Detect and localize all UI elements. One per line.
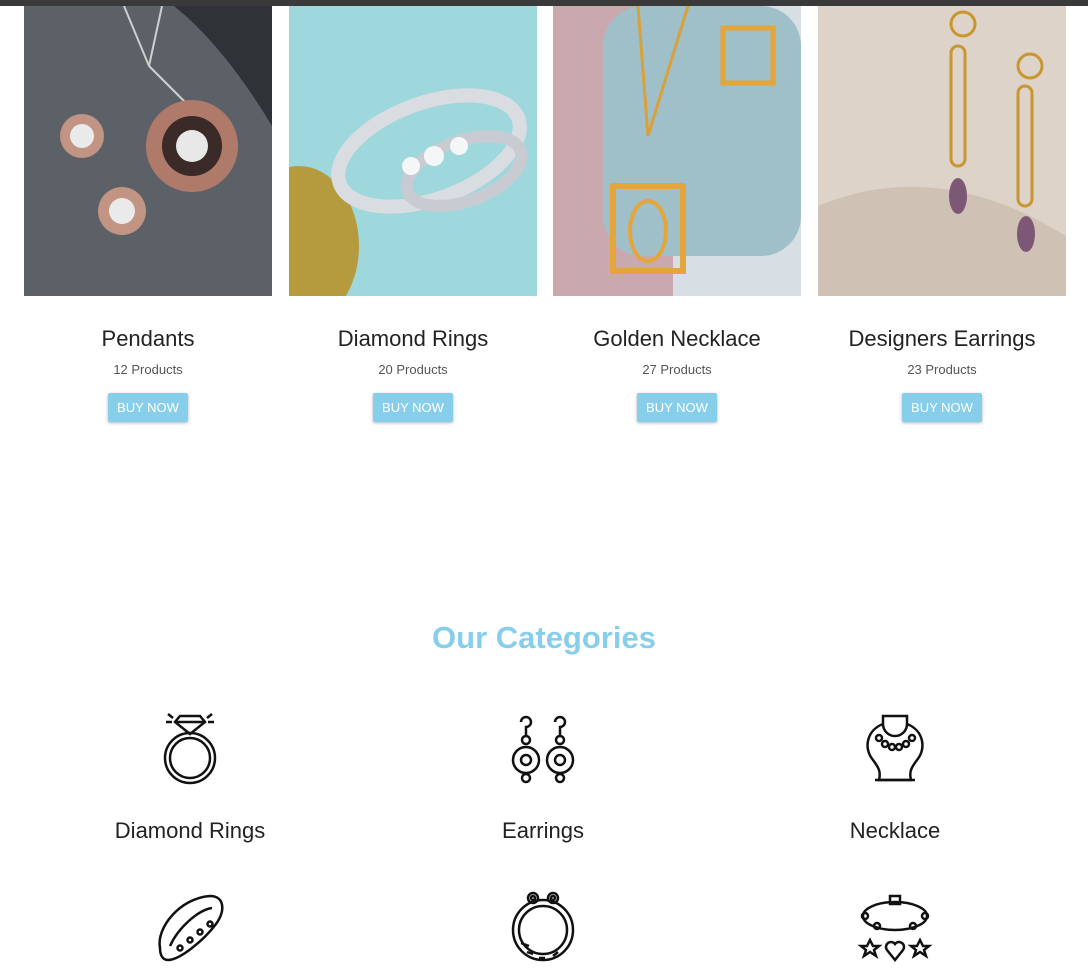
categories-title: Our Categories	[432, 620, 656, 655]
charm-bracelet-icon	[857, 894, 933, 963]
diamond-ring-icon	[163, 713, 217, 785]
category-label[interactable]: Earrings	[393, 818, 693, 844]
buy-now-button[interactable]: BUY NOW	[902, 393, 982, 422]
category-label[interactable]: Necklace	[745, 818, 1045, 844]
product-title[interactable]: Pendants	[24, 326, 272, 352]
buy-now-button[interactable]: BUY NOW	[108, 393, 188, 422]
product-count: 27 Products	[642, 362, 712, 377]
earrings-icon	[511, 715, 575, 784]
category-diamond-rings[interactable]: Diamond Rings	[40, 708, 340, 844]
category-earrings[interactable]: Earrings	[393, 708, 693, 844]
buy-now-button[interactable]: BUY NOW	[637, 393, 717, 422]
category-necklace[interactable]: Necklace	[745, 708, 1045, 844]
product-count: 23 Products	[907, 362, 977, 377]
product-card-golden-necklace[interactable]: Golden Necklace 27 Products BUY NOW	[553, 6, 801, 422]
necklace-icon	[866, 714, 924, 782]
product-image-golden-necklace[interactable]	[553, 6, 801, 296]
buy-now-button[interactable]: BUY NOW	[373, 393, 453, 422]
product-count: 20 Products	[378, 362, 448, 377]
product-card-pendants[interactable]: Pendants 12 Products BUY NOW	[24, 6, 272, 422]
product-title[interactable]: Diamond Rings	[289, 326, 537, 352]
product-card-diamond-rings[interactable]: Diamond Rings 20 Products BUY NOW	[289, 6, 537, 422]
product-grid: Pendants 12 Products BUY NOW Diamond Rin…	[24, 6, 1066, 426]
category-charm-bracelet[interactable]	[745, 888, 1045, 968]
product-card-designers-earrings[interactable]: Designers Earrings 23 Products BUY NOW	[818, 6, 1066, 422]
bangle-icon	[158, 894, 224, 962]
category-bracelet[interactable]	[393, 888, 693, 968]
product-image-pendants[interactable]	[24, 6, 272, 296]
product-title[interactable]: Golden Necklace	[553, 326, 801, 352]
category-bangle[interactable]	[40, 888, 340, 968]
product-image-designers-earrings[interactable]	[818, 6, 1066, 296]
category-label[interactable]: Diamond Rings	[40, 818, 340, 844]
product-count: 12 Products	[113, 362, 183, 377]
bracelet-icon	[511, 891, 575, 962]
product-image-diamond-rings[interactable]	[289, 6, 537, 296]
product-title[interactable]: Designers Earrings	[818, 326, 1066, 352]
